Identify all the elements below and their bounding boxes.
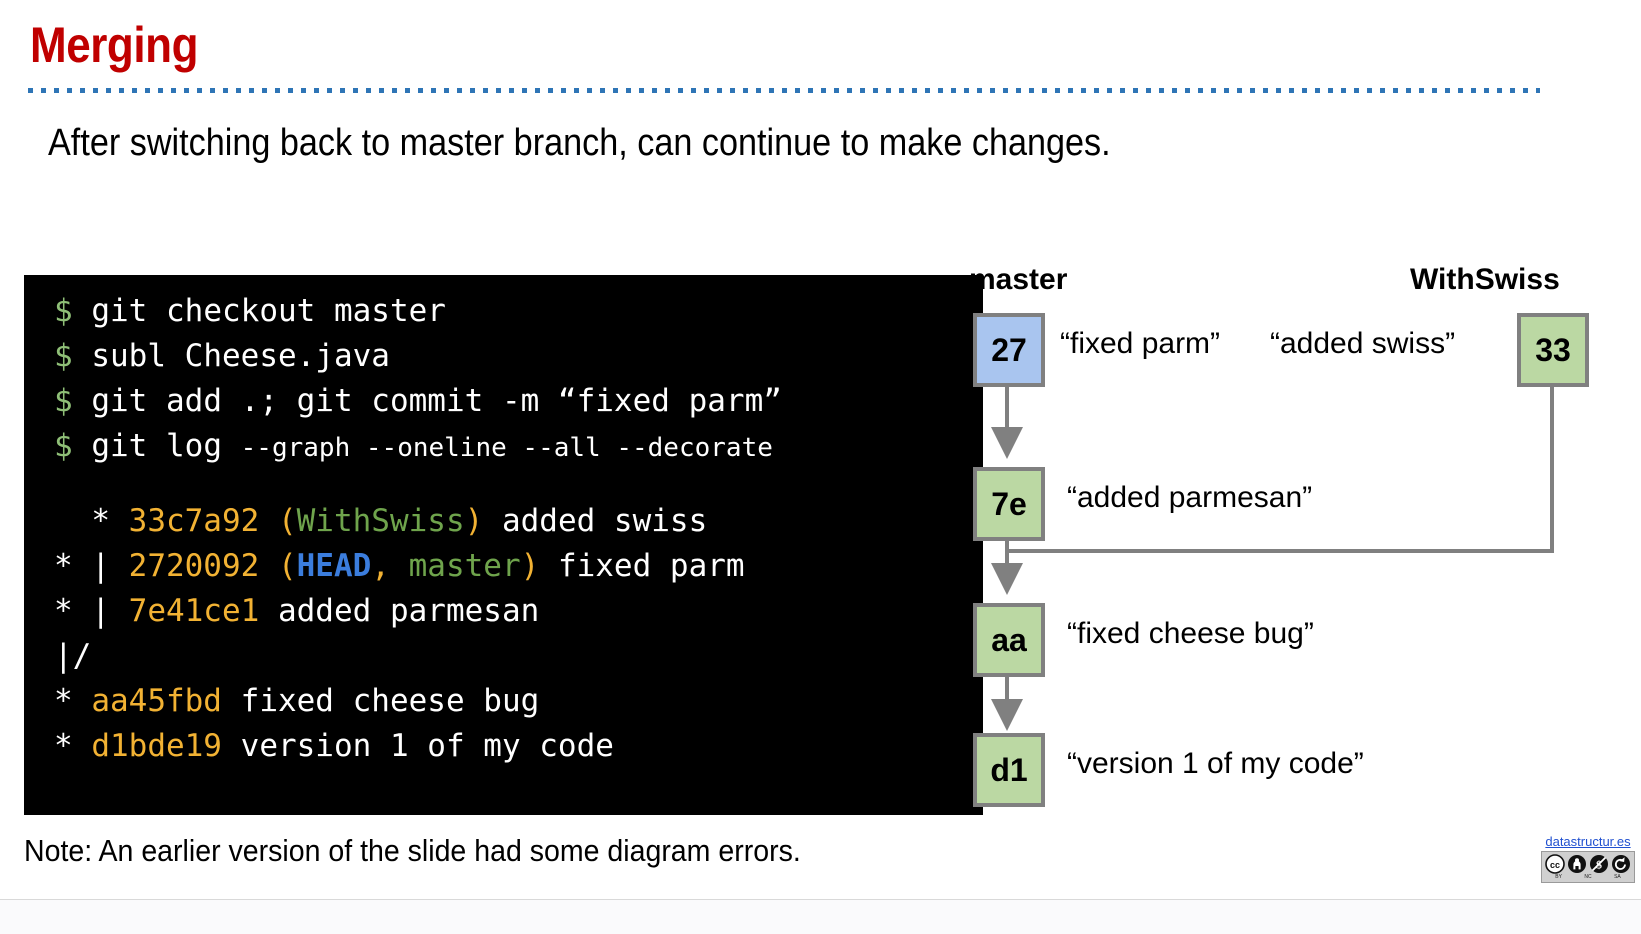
cc-by-label: BY — [1555, 874, 1562, 880]
refs-close-paren: ) — [520, 548, 558, 584]
refs-open-paren — [222, 728, 241, 764]
commit-node-d1[interactable]: d1 — [973, 733, 1045, 807]
graph-glyphs: * — [54, 503, 129, 539]
git-log-merge-marker: |/ — [24, 634, 983, 679]
commit-message-27: “fixed parm” — [1060, 327, 1221, 360]
refs-open-paren — [259, 593, 278, 629]
page-title: Merging — [30, 17, 199, 73]
commit-message: version 1 of my code — [240, 728, 614, 764]
refs-open-paren: ( — [259, 503, 297, 539]
cc-sa-label: SA — [1614, 874, 1621, 880]
commit-hash: aa45fbd — [91, 683, 222, 719]
refs-open-paren: ( — [259, 548, 297, 584]
bottom-strip — [0, 900, 1641, 934]
commit-message-d1: “version 1 of my code” — [1067, 747, 1364, 780]
commit-node-aa[interactable]: aa — [973, 603, 1045, 677]
git-log-entry: * | 7e41ce1 added parmesan — [24, 589, 983, 634]
command-flags: --graph --oneline --all --decorate — [240, 433, 773, 463]
command-text: subl Cheese.java — [91, 338, 390, 374]
commit-hash: 33c7a92 — [128, 503, 260, 539]
commit-node-7e[interactable]: 7e — [973, 467, 1045, 541]
command-text: git checkout master — [91, 293, 446, 329]
shell-prompt: $ — [54, 338, 73, 374]
svg-text:cc: cc — [1550, 860, 1560, 870]
commit-message-7e: “added parmesan” — [1067, 481, 1313, 514]
graph-glyphs: * — [54, 683, 92, 719]
title-divider — [28, 88, 1540, 93]
shell-prompt: $ — [54, 428, 73, 464]
graph-glyphs: * — [54, 728, 92, 764]
refs-open-paren — [222, 683, 241, 719]
graph-glyphs: * | — [54, 593, 129, 629]
creative-commons-badge[interactable]: cc $ BY NC SA — [1541, 851, 1635, 883]
terminal-command-line: $ subl Cheese.java — [24, 334, 983, 379]
command-text: git add .; git commit -m “fixed parm” — [91, 383, 782, 419]
terminal-command-line: $ git add .; git commit -m “fixed parm” — [24, 379, 983, 424]
commit-hash: 2720092 — [128, 548, 260, 584]
cc-nc-label: NC — [1584, 874, 1592, 880]
commit-hash: 7e41ce1 — [128, 593, 260, 629]
cc-by-person-icon — [1568, 855, 1586, 873]
graph-glyphs: * | — [54, 548, 129, 584]
branch-ref: master — [408, 548, 521, 584]
head-ref: HEAD — [296, 548, 372, 584]
commit-graph-diagram: master WithSwiss 27 “fixed parm” “added … — [955, 255, 1641, 815]
commit-message: added swiss — [501, 503, 708, 539]
terminal-window: $ git checkout master $ subl Cheese.java… — [24, 275, 983, 815]
slide-subtitle: After switching back to master branch, c… — [48, 122, 1111, 164]
branch-label-master: master — [969, 263, 1068, 296]
shell-prompt: $ — [54, 383, 73, 419]
commit-message-aa: “fixed cheese bug” — [1067, 617, 1314, 650]
cc-logo-icon: cc — [1545, 854, 1565, 874]
branch-label-withswiss: WithSwiss — [1410, 263, 1560, 296]
attribution-block: datastructur.es cc $ BY — [1540, 834, 1636, 883]
commit-message-33: “added swiss” — [1270, 327, 1456, 360]
cc-sa-sharealike-icon — [1612, 855, 1630, 873]
command-text: git log — [91, 428, 241, 464]
commit-message: fixed cheese bug — [240, 683, 540, 719]
terminal-command-line: $ git checkout master — [24, 289, 983, 334]
attribution-link[interactable]: datastructur.es — [1540, 834, 1636, 849]
cc-nc-nocommercial-icon: $ — [1590, 855, 1608, 873]
commit-node-33[interactable]: 33 — [1517, 313, 1589, 387]
graph-glyphs: |/ — [54, 638, 92, 674]
git-log-entry: * aa45fbd fixed cheese bug — [24, 679, 983, 724]
shell-prompt: $ — [54, 293, 73, 329]
commit-hash: d1bde19 — [91, 728, 222, 764]
commit-message: added parmesan — [277, 593, 540, 629]
commit-node-27[interactable]: 27 — [973, 313, 1045, 387]
refs-separator: , — [371, 548, 409, 584]
git-log-entry: * 33c7a92 (WithSwiss) added swiss — [24, 499, 983, 544]
commit-message: fixed parm — [557, 548, 745, 584]
footer-note: Note: An earlier version of the slide ha… — [24, 833, 801, 868]
branch-ref: WithSwiss — [296, 503, 465, 539]
terminal-command-line: $ git log --graph --oneline --all --deco… — [24, 424, 983, 471]
git-log-entry: * d1bde19 version 1 of my code — [24, 724, 983, 769]
git-log-entry: * | 2720092 (HEAD, master) fixed parm — [24, 544, 983, 589]
refs-close-paren: ) — [464, 503, 502, 539]
